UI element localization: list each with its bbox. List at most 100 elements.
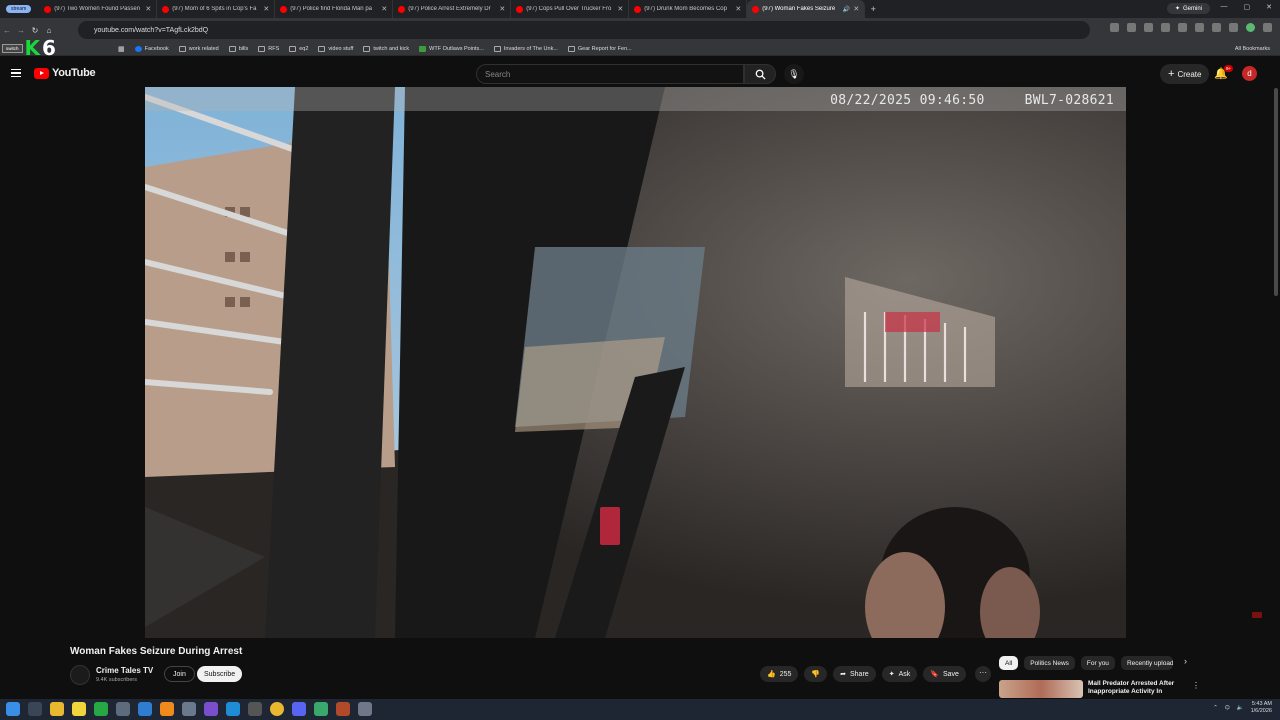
address-bar-row: ← → ↻ ⌂ youtube.com/watch?v=TAgfLck2bdQ bbox=[0, 18, 1280, 42]
apps-grid-icon[interactable]: ▦ bbox=[118, 45, 125, 53]
minimize-icon[interactable]: — bbox=[1221, 3, 1228, 11]
forward-icon[interactable]: → bbox=[14, 26, 28, 35]
browser-tab[interactable]: (97) Drunk Mom Becomes Cop ✕ bbox=[629, 0, 748, 18]
bookmark-item[interactable]: Gear Report for Fen... bbox=[567, 45, 632, 52]
home-icon[interactable]: ⌂ bbox=[42, 26, 56, 35]
bodycam-timestamp: 08/22/2025 09:46:50 bbox=[830, 93, 985, 108]
chevron-right-icon[interactable]: › bbox=[1184, 656, 1187, 666]
overlay-switch-button[interactable]: switch bbox=[2, 43, 23, 53]
windows-start-icon[interactable] bbox=[6, 702, 20, 716]
more-actions-button[interactable]: ··· bbox=[975, 666, 991, 682]
recommendation-title[interactable]: Mall Predator Arrested After Inappropria… bbox=[1088, 680, 1188, 696]
app-icon[interactable] bbox=[314, 702, 328, 716]
channel-avatar[interactable] bbox=[70, 665, 90, 685]
discord-icon[interactable] bbox=[292, 702, 306, 716]
browser-tab[interactable]: (97) Police find Florida Man pa ✕ bbox=[275, 0, 394, 18]
extension-icon[interactable] bbox=[1144, 23, 1153, 32]
extension-icon[interactable] bbox=[1178, 23, 1187, 32]
youtube-logo[interactable]: YouTube bbox=[34, 67, 96, 79]
bookmark-folder[interactable]: RFS bbox=[258, 45, 279, 52]
video-player[interactable]: 08/22/2025 09:46:50 BWL7-028621 bbox=[145, 87, 1126, 638]
clock[interactable]: 5:43 AM 1/6/2026 bbox=[1251, 701, 1272, 715]
gemini-button[interactable]: ✦ Gemini bbox=[1166, 3, 1210, 14]
settings-gear-icon[interactable] bbox=[358, 702, 372, 716]
chip-for-you[interactable]: For you bbox=[1080, 656, 1115, 670]
app-icon[interactable] bbox=[204, 702, 218, 716]
chrome-icon[interactable] bbox=[270, 702, 284, 716]
bookmark-label: Invaders of The Unk... bbox=[503, 45, 558, 52]
cast-icon[interactable] bbox=[1110, 23, 1119, 32]
bookmark-folder[interactable]: work related bbox=[178, 45, 219, 52]
bookmark-folder[interactable]: twitch and kick bbox=[363, 45, 409, 52]
profile-icon[interactable] bbox=[1246, 23, 1255, 32]
close-tab-icon[interactable]: ✕ bbox=[263, 5, 269, 13]
voice-search-button[interactable]: 🎙 bbox=[784, 64, 804, 84]
search-button[interactable] bbox=[744, 64, 776, 84]
close-tab-icon[interactable]: ✕ bbox=[735, 5, 741, 13]
volume-icon[interactable]: 🔈 bbox=[1237, 705, 1244, 711]
chip-all[interactable]: All bbox=[999, 656, 1019, 670]
account-avatar[interactable]: d bbox=[1242, 66, 1257, 81]
new-tab-button[interactable]: + bbox=[865, 4, 881, 14]
taskbar-search-icon[interactable] bbox=[28, 702, 42, 716]
bookmark-folder[interactable]: eq2 bbox=[289, 45, 308, 52]
bookmark-folder[interactable]: bills bbox=[228, 45, 248, 52]
tray-chevron-icon[interactable]: ⌃ bbox=[1213, 705, 1218, 711]
vlc-icon[interactable] bbox=[160, 702, 174, 716]
like-button[interactable]: 👍 255 bbox=[760, 666, 799, 682]
downloads-icon[interactable] bbox=[1229, 23, 1238, 32]
create-button[interactable]: + Create bbox=[1160, 64, 1210, 84]
browser-tab[interactable]: (97) Mom of 6 Spits in Cop's Fa ✕ bbox=[157, 0, 276, 18]
bookmark-item[interactable]: Facebook bbox=[134, 45, 169, 52]
extension-icon[interactable] bbox=[1161, 23, 1170, 32]
all-bookmarks-button[interactable]: All Bookmarks bbox=[1235, 46, 1270, 52]
bookmark-item[interactable]: WTF Outlaws Points... bbox=[419, 45, 484, 52]
close-tab-icon[interactable]: ✕ bbox=[853, 5, 859, 13]
subscribe-button[interactable]: Subscribe bbox=[197, 666, 243, 682]
app-icon[interactable] bbox=[116, 702, 130, 716]
save-button[interactable]: 🔖 Save bbox=[923, 666, 966, 682]
extensions-puzzle-icon[interactable] bbox=[1195, 23, 1204, 32]
dislike-button[interactable]: 👎 bbox=[804, 666, 828, 682]
menu-hamburger-icon[interactable] bbox=[11, 69, 21, 77]
network-icon[interactable]: ⌬ bbox=[1225, 705, 1230, 711]
share-button[interactable]: ➦ Share bbox=[833, 666, 876, 682]
sidepanel-icon[interactable] bbox=[1212, 23, 1221, 32]
app-icon[interactable] bbox=[248, 702, 262, 716]
search-input[interactable]: Search bbox=[476, 64, 744, 84]
recommendation-thumbnail[interactable] bbox=[999, 680, 1083, 698]
notes-app-icon[interactable] bbox=[72, 702, 86, 716]
back-icon[interactable]: ← bbox=[0, 26, 14, 35]
menu-kebab-icon[interactable] bbox=[1263, 23, 1272, 32]
bookmark-folder[interactable]: video stuff bbox=[318, 45, 353, 52]
bookmark-item[interactable]: Invaders of The Unk... bbox=[493, 45, 558, 52]
steam-icon[interactable] bbox=[182, 702, 196, 716]
tab-group-pill[interactable]: stream bbox=[6, 5, 32, 13]
close-tab-icon[interactable]: ✕ bbox=[499, 5, 505, 13]
browser-tab[interactable]: (97) Two Women Found Passen ✕ bbox=[39, 0, 158, 18]
browser-tab[interactable]: (97) Police Arrest Extremely Dr ✕ bbox=[393, 0, 512, 18]
browser-tab[interactable]: (97) Cops Pull Over Trucker Fro ✕ bbox=[511, 0, 630, 18]
app-icon[interactable] bbox=[336, 702, 350, 716]
file-explorer-icon[interactable] bbox=[50, 702, 64, 716]
bookmark-star-icon[interactable] bbox=[1127, 23, 1136, 32]
speaker-icon[interactable]: 🔊 bbox=[843, 6, 850, 13]
chip-recently-uploaded[interactable]: Recently uploaded bbox=[1120, 656, 1173, 670]
close-tab-icon[interactable]: ✕ bbox=[145, 5, 151, 13]
browser-tab-active[interactable]: (97) Woman Fakes Seizure 🔊 ✕ bbox=[747, 0, 866, 18]
recommendation-menu-icon[interactable]: ⋮ bbox=[1192, 681, 1200, 690]
app-icon[interactable] bbox=[138, 702, 152, 716]
chip-politics-news[interactable]: Politics News bbox=[1024, 656, 1075, 670]
maximize-icon[interactable]: ▢ bbox=[1244, 3, 1251, 11]
close-tab-icon[interactable]: ✕ bbox=[381, 5, 387, 13]
channel-name[interactable]: Crime Tales TV bbox=[96, 666, 153, 675]
reload-icon[interactable]: ↻ bbox=[28, 26, 42, 35]
close-tab-icon[interactable]: ✕ bbox=[617, 5, 623, 13]
join-button[interactable]: Join bbox=[164, 666, 195, 682]
close-window-icon[interactable]: ✕ bbox=[1266, 3, 1272, 11]
page-scrollbar[interactable] bbox=[1274, 88, 1278, 296]
ask-button[interactable]: ✦ Ask bbox=[881, 666, 918, 682]
app-icon[interactable] bbox=[226, 702, 240, 716]
url-field[interactable]: youtube.com/watch?v=TAgfLck2bdQ bbox=[78, 21, 1090, 39]
xbox-icon[interactable] bbox=[94, 702, 108, 716]
